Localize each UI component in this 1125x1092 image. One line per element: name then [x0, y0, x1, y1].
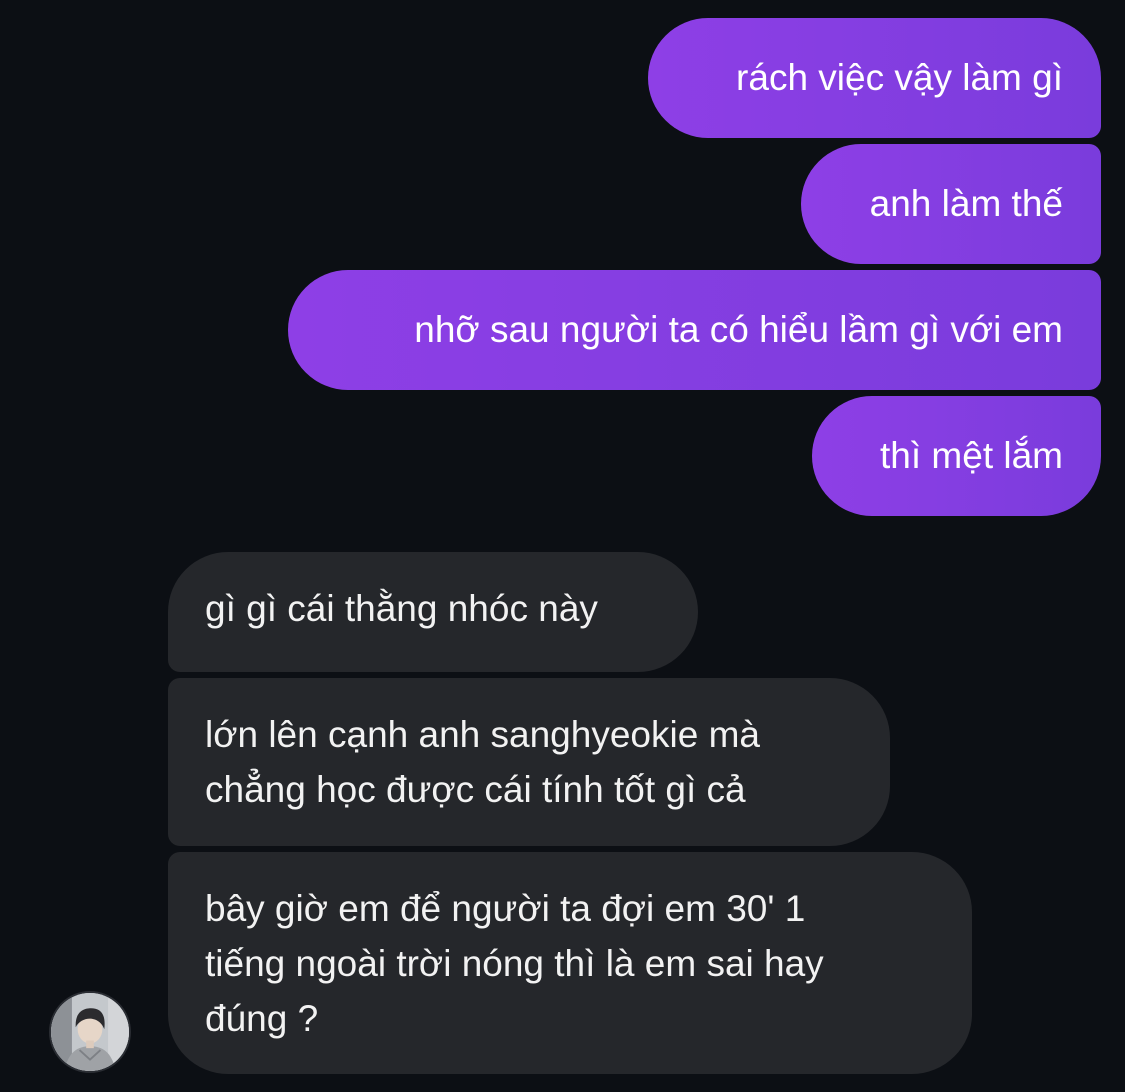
- profile-photo-icon: [51, 993, 129, 1071]
- outgoing-message[interactable]: thì mệt lắm: [812, 396, 1101, 516]
- incoming-message[interactable]: lớn lên cạnh anh sanghyeokie mà chẳng họ…: [168, 678, 890, 846]
- message-text-line: bây giờ em để người ta đợi em 30' 1: [205, 888, 806, 929]
- message-text: anh làm thế: [869, 183, 1063, 224]
- avatar[interactable]: [49, 991, 131, 1073]
- message-text: gì gì cái thằng nhóc này: [205, 588, 598, 629]
- message-text-line: chẳng học được cái tính tốt gì cả: [205, 769, 746, 810]
- outgoing-message[interactable]: anh làm thế: [801, 144, 1101, 264]
- incoming-message[interactable]: gì gì cái thằng nhóc này: [168, 552, 698, 672]
- message-text: thì mệt lắm: [880, 435, 1063, 476]
- message-text-line: tiếng ngoài trời nóng thì là em sai hay: [205, 943, 824, 984]
- message-text: rách việc vậy làm gì: [736, 57, 1063, 98]
- incoming-message[interactable]: bây giờ em để người ta đợi em 30' 1 tiến…: [168, 852, 972, 1074]
- outgoing-message[interactable]: nhỡ sau người ta có hiểu lầm gì với em: [288, 270, 1101, 390]
- message-text-line: đúng ?: [205, 998, 319, 1039]
- message-text-line: lớn lên cạnh anh sanghyeokie mà: [205, 714, 760, 755]
- chat-thread: rách việc vậy làm gì anh làm thế nhỡ sau…: [0, 0, 1125, 1092]
- outgoing-message[interactable]: rách việc vậy làm gì: [648, 18, 1101, 138]
- message-text: nhỡ sau người ta có hiểu lầm gì với em: [414, 309, 1063, 350]
